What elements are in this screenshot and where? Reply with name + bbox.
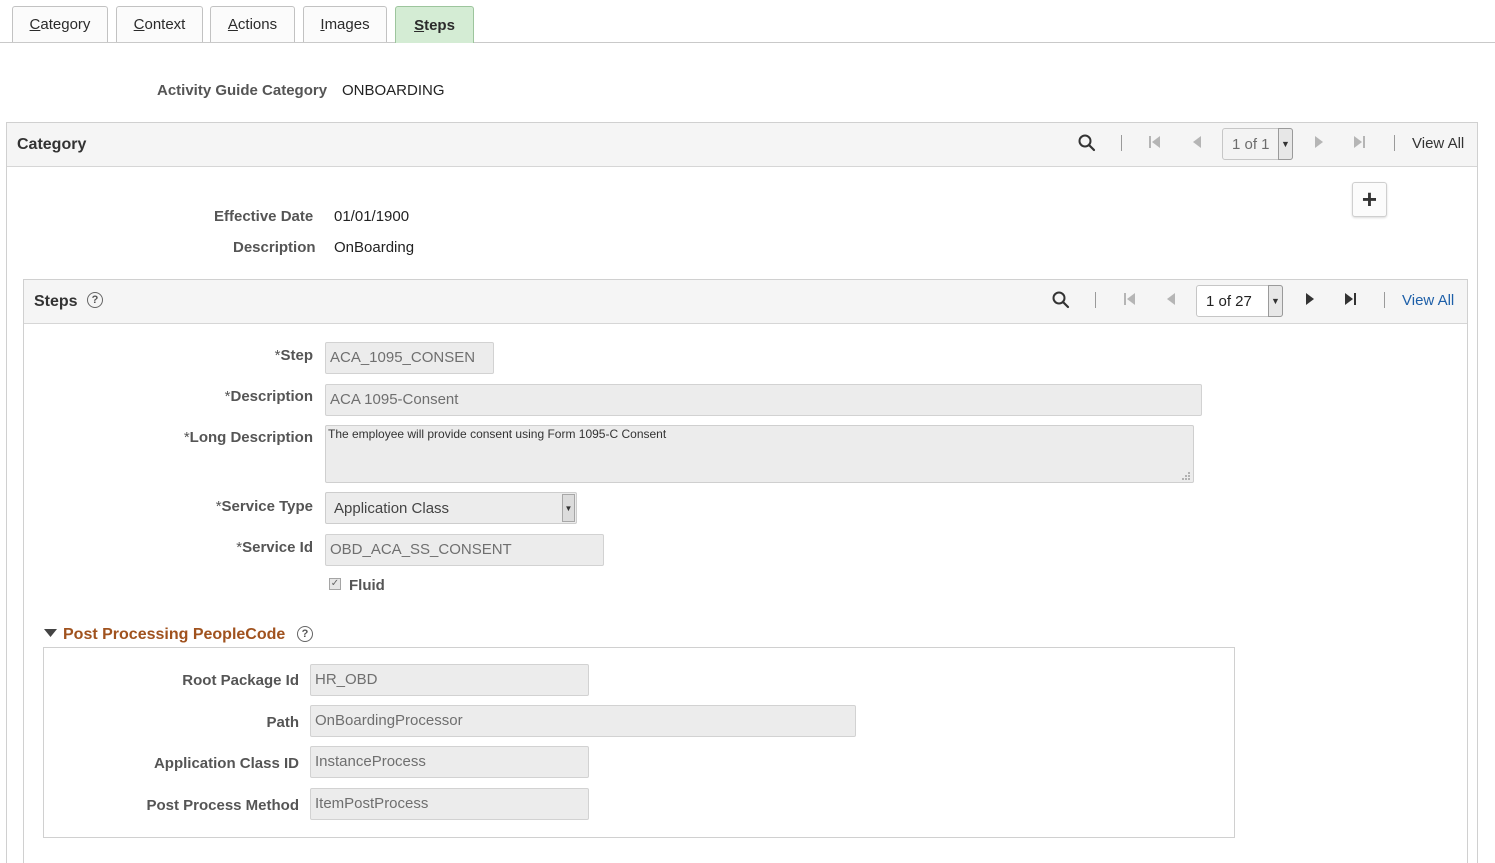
tab-images[interactable]: Images	[303, 6, 387, 42]
tab-actions[interactable]: Actions	[210, 6, 295, 42]
app-class-id-label: Application Class ID	[153, 755, 299, 772]
next-page-icon[interactable]	[1304, 292, 1316, 306]
tab-actions-label: Actions	[227, 16, 278, 33]
category-grid-title: Category	[17, 136, 87, 153]
service-type-label-text: Service Type	[221, 498, 313, 515]
step-label-text: Step	[280, 347, 313, 364]
long-description-label: *Long Description	[184, 429, 313, 446]
add-row-button[interactable]: +	[1352, 182, 1387, 217]
steps-grid-title: Steps	[34, 293, 78, 310]
step-label: *Step	[275, 347, 313, 364]
resize-handle-icon[interactable]	[1180, 470, 1191, 481]
activity-guide-category-value: ONBOARDING	[342, 82, 445, 99]
category-pager[interactable]: 1 of 1 ▼	[1222, 128, 1293, 160]
last-page-icon[interactable]	[1343, 292, 1357, 306]
search-icon[interactable]	[1078, 134, 1096, 152]
root-package-field[interactable]: HR_OBD	[310, 664, 589, 696]
previous-page-icon	[1167, 293, 1175, 305]
chevron-down-icon[interactable]: ▼	[1278, 128, 1293, 160]
category-grid-header: Category 1 of 1 ▼ View All	[7, 123, 1477, 167]
step-description-field[interactable]: ACA 1095-Consent	[325, 384, 1202, 416]
post-process-method-label: Post Process Method	[146, 797, 299, 814]
service-id-field[interactable]: OBD_ACA_SS_CONSENT	[325, 534, 604, 566]
steps-grid-header: Steps ? 1 of 27 ▼ View All	[24, 280, 1467, 324]
service-type-value: Application Class	[334, 500, 450, 517]
long-description-label-text: Long Description	[189, 429, 313, 446]
step-description-label-text: Description	[230, 388, 313, 405]
description-value: OnBoarding	[334, 239, 415, 256]
first-page-icon	[1124, 293, 1135, 305]
search-icon[interactable]	[1052, 291, 1070, 309]
tab-context-label: Context	[133, 16, 186, 33]
tab-images-label: Images	[320, 16, 370, 33]
steps-pager-value: 1 of 27	[1206, 292, 1252, 310]
tab-steps[interactable]: Steps	[395, 6, 474, 43]
help-icon[interactable]: ?	[297, 626, 313, 642]
tab-bar-divider	[0, 42, 1495, 43]
service-type-select[interactable]: Application Class ▼	[325, 492, 577, 524]
steps-pager[interactable]: 1 of 27 ▼	[1196, 285, 1283, 317]
service-type-label: *Service Type	[216, 498, 313, 515]
collapse-triangle-icon[interactable]	[44, 629, 57, 638]
path-label: Path	[266, 714, 299, 731]
previous-page-icon	[1193, 136, 1201, 148]
chevron-down-icon[interactable]: ▼	[562, 494, 575, 522]
tab-steps-label: Steps	[414, 16, 455, 34]
tab-category[interactable]: Category	[12, 6, 108, 42]
help-icon[interactable]: ?	[87, 292, 103, 308]
effective-date-value: 01/01/1900	[334, 208, 410, 225]
fluid-label: Fluid	[349, 577, 385, 594]
next-page-icon	[1315, 136, 1323, 148]
first-page-icon	[1149, 136, 1160, 148]
nav-separator	[1095, 292, 1096, 308]
app-class-id-field[interactable]: InstanceProcess	[310, 746, 589, 778]
view-all-link[interactable]: View All	[1412, 135, 1464, 152]
root-package-label: Root Package Id	[182, 672, 299, 689]
long-description-textarea[interactable]: The employee will provide consent using …	[325, 425, 1194, 483]
post-process-method-field[interactable]: ItemPostProcess	[310, 788, 589, 820]
step-field[interactable]: ACA_1095_CONSEN	[325, 342, 494, 374]
service-id-label-text: Service Id	[242, 539, 313, 556]
category-pager-value: 1 of 1	[1232, 135, 1270, 153]
view-all-link[interactable]: View All	[1402, 292, 1454, 309]
plus-icon: +	[1361, 184, 1378, 214]
nav-separator	[1394, 135, 1395, 151]
post-processing-title[interactable]: Post Processing PeopleCode	[63, 626, 285, 644]
effective-date-label: Effective Date	[214, 208, 314, 225]
nav-separator	[1121, 135, 1122, 151]
service-id-label: *Service Id	[236, 539, 313, 556]
chevron-down-icon[interactable]: ▼	[1268, 285, 1283, 317]
path-field[interactable]: OnBoardingProcessor	[310, 705, 856, 737]
activity-guide-category-label: Activity Guide Category	[157, 82, 328, 99]
last-page-icon	[1354, 136, 1365, 148]
tab-category-label: Category	[29, 16, 91, 33]
nav-separator	[1384, 292, 1385, 308]
fluid-checkbox[interactable]: ✓	[329, 578, 341, 590]
tab-context[interactable]: Context	[116, 6, 203, 42]
step-description-label: *Description	[225, 388, 313, 405]
description-label: Description	[233, 239, 316, 256]
